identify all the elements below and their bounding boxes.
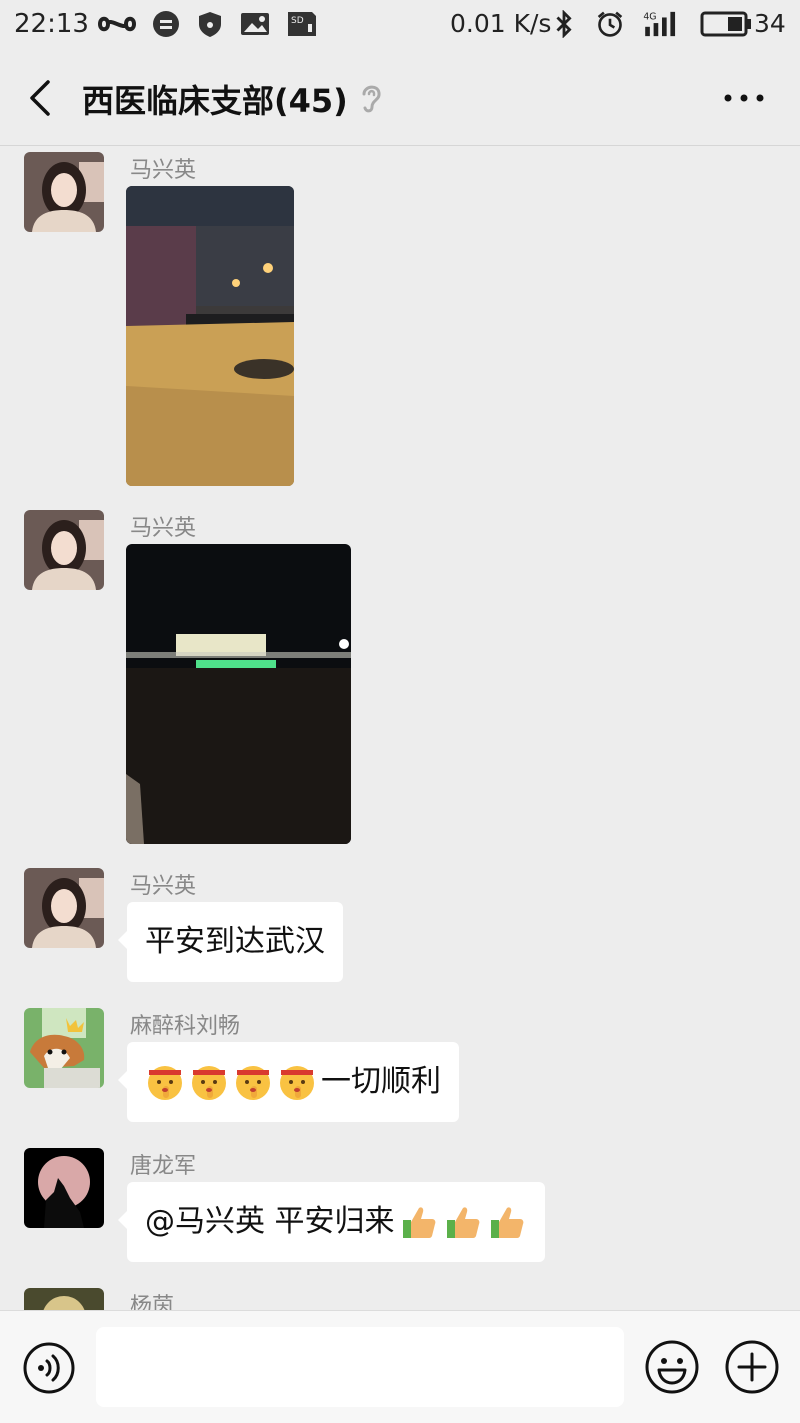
text-bubble[interactable]: 一切顺利	[118, 1042, 459, 1122]
more-icon[interactable]	[722, 88, 766, 108]
alarm-icon	[597, 11, 623, 37]
message-input[interactable]	[96, 1327, 624, 1407]
message-text: 平安到达武汉	[145, 924, 325, 959]
chat-title[interactable]: 西医临床支部(45)	[82, 76, 348, 122]
svg-text:SD: SD	[291, 16, 304, 26]
chat-header: 西医临床支部(45)	[0, 50, 800, 146]
avatar[interactable]	[24, 152, 104, 232]
sender-name: 唐龙军	[130, 1154, 197, 1179]
sd-card-icon: SD	[288, 12, 316, 36]
message-icon	[153, 11, 179, 37]
status-time: 22:13	[14, 9, 89, 39]
bluetooth-icon	[556, 10, 572, 38]
text-bubble[interactable]: 平安到达武汉	[118, 902, 343, 982]
image-message[interactable]	[126, 186, 294, 486]
back-icon[interactable]	[24, 78, 60, 118]
infinity-icon	[98, 16, 136, 32]
avatar[interactable]	[24, 868, 104, 948]
input-bar	[0, 1310, 800, 1423]
signal-icon: 4G	[643, 11, 676, 37]
message-item: 马兴英	[0, 146, 800, 496]
message-item: 杨茵	[0, 1282, 800, 1310]
thumbs-up-emoji-icon	[402, 1207, 435, 1238]
image-icon	[241, 13, 269, 35]
avatar[interactable]	[24, 510, 104, 590]
message-item: 麻醉科刘畅 一切顺利	[0, 1002, 800, 1132]
battery-level: 34	[754, 9, 786, 38]
message-list[interactable]: 马兴英 马兴英 马兴英 平安到达武汉 麻醉科刘畅 一切顺利 唐龙军 @马兴英 平…	[0, 146, 800, 1310]
shush-emoji-icon	[280, 1066, 314, 1100]
avatar[interactable]	[24, 1148, 104, 1228]
status-bar: 22:13 SD 0.01 K/s 4G 34	[0, 0, 800, 50]
ear-icon	[362, 85, 381, 113]
message-item: 马兴英 平安到达武汉	[0, 862, 800, 992]
image-message[interactable]	[126, 544, 351, 844]
thumbs-up-emoji-icon	[490, 1207, 523, 1238]
avatar[interactable]	[24, 1288, 104, 1310]
shush-emoji-icon	[148, 1066, 182, 1100]
plus-icon[interactable]	[724, 1339, 780, 1395]
shush-emoji-icon	[192, 1066, 226, 1100]
thumbs-up-emoji-icon	[446, 1207, 479, 1238]
shush-emoji-icon	[236, 1066, 270, 1100]
emoji-icon[interactable]	[644, 1339, 700, 1395]
battery-icon	[700, 11, 751, 37]
text-bubble[interactable]: @马兴英 平安归来	[118, 1182, 545, 1262]
sender-name: 马兴英	[130, 516, 197, 541]
net-speed: 0.01 K/s	[450, 9, 552, 38]
sender-name: 马兴英	[130, 158, 197, 183]
sender-name: 麻醉科刘畅	[130, 1014, 241, 1039]
sender-name: 马兴英	[130, 874, 197, 899]
voice-icon[interactable]	[22, 1341, 76, 1395]
message-item: 唐龙军 @马兴英 平安归来	[0, 1142, 800, 1272]
signal-label: 4G	[643, 11, 656, 22]
message-text: @马兴英 平安归来	[145, 1204, 395, 1239]
shield-icon	[199, 12, 221, 37]
avatar[interactable]	[24, 1008, 104, 1088]
sender-name: 杨茵	[130, 1294, 175, 1310]
message-text: 一切顺利	[321, 1064, 441, 1099]
message-item: 马兴英	[0, 504, 800, 854]
